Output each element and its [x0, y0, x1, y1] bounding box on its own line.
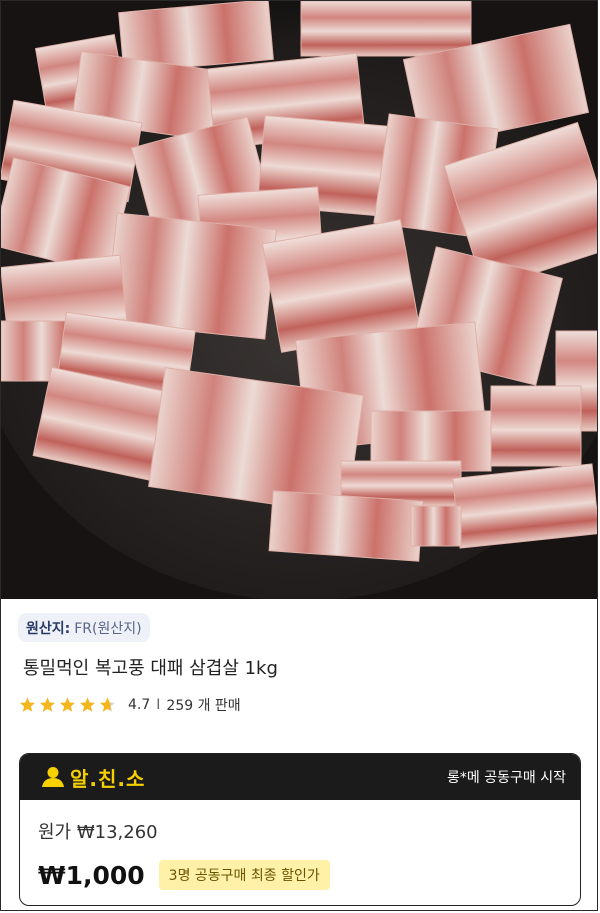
- origin-value: FR(원산지): [74, 620, 142, 637]
- star-icon: [20, 697, 35, 712]
- star-half-icon: [100, 697, 115, 712]
- deal-brand-text: 알.친.소: [70, 766, 146, 791]
- star-icon: [60, 697, 75, 712]
- origin-label: 원산지:: [26, 620, 71, 637]
- deal-started-text: 롱*메 공동구매 시작: [447, 770, 566, 786]
- person-icon: [42, 767, 64, 787]
- deal-header: 알.친.소 롱*메 공동구매 시작: [20, 754, 580, 800]
- rating-separator: I: [156, 697, 161, 713]
- group-buy-badge: 3명 공동구매 최종 할인가: [158, 860, 330, 890]
- star-icon: [40, 697, 55, 712]
- star-icon: [80, 697, 95, 712]
- price-row: ₩1,000 3명 공동구매 최종 할인가: [38, 860, 330, 890]
- group-deal-card[interactable]: 알.친.소 롱*메 공동구매 시작 원가 ₩13,260 ₩1,000 3명 공…: [19, 753, 581, 906]
- rating-row: 4.7 I 259 개 판매: [18, 695, 241, 715]
- rating-score: 4.7: [128, 697, 151, 713]
- origin-badge: 원산지: FR(원산지): [18, 613, 150, 642]
- original-price: 원가 ₩13,260: [38, 822, 158, 843]
- deal-price: ₩1,000: [38, 860, 145, 890]
- product-title: 통밀먹인 복고풍 대패 삼겹살 1kg: [23, 658, 278, 679]
- product-screen: 원산지: FR(원산지) 통밀먹인 복고풍 대패 삼겹살 1kg 4.7 I 2…: [0, 0, 598, 911]
- star-rating: [18, 696, 118, 714]
- deal-brand: 알.친.소: [40, 763, 145, 792]
- sold-count: 259 개 판매: [166, 698, 241, 714]
- product-photo: [1, 1, 597, 599]
